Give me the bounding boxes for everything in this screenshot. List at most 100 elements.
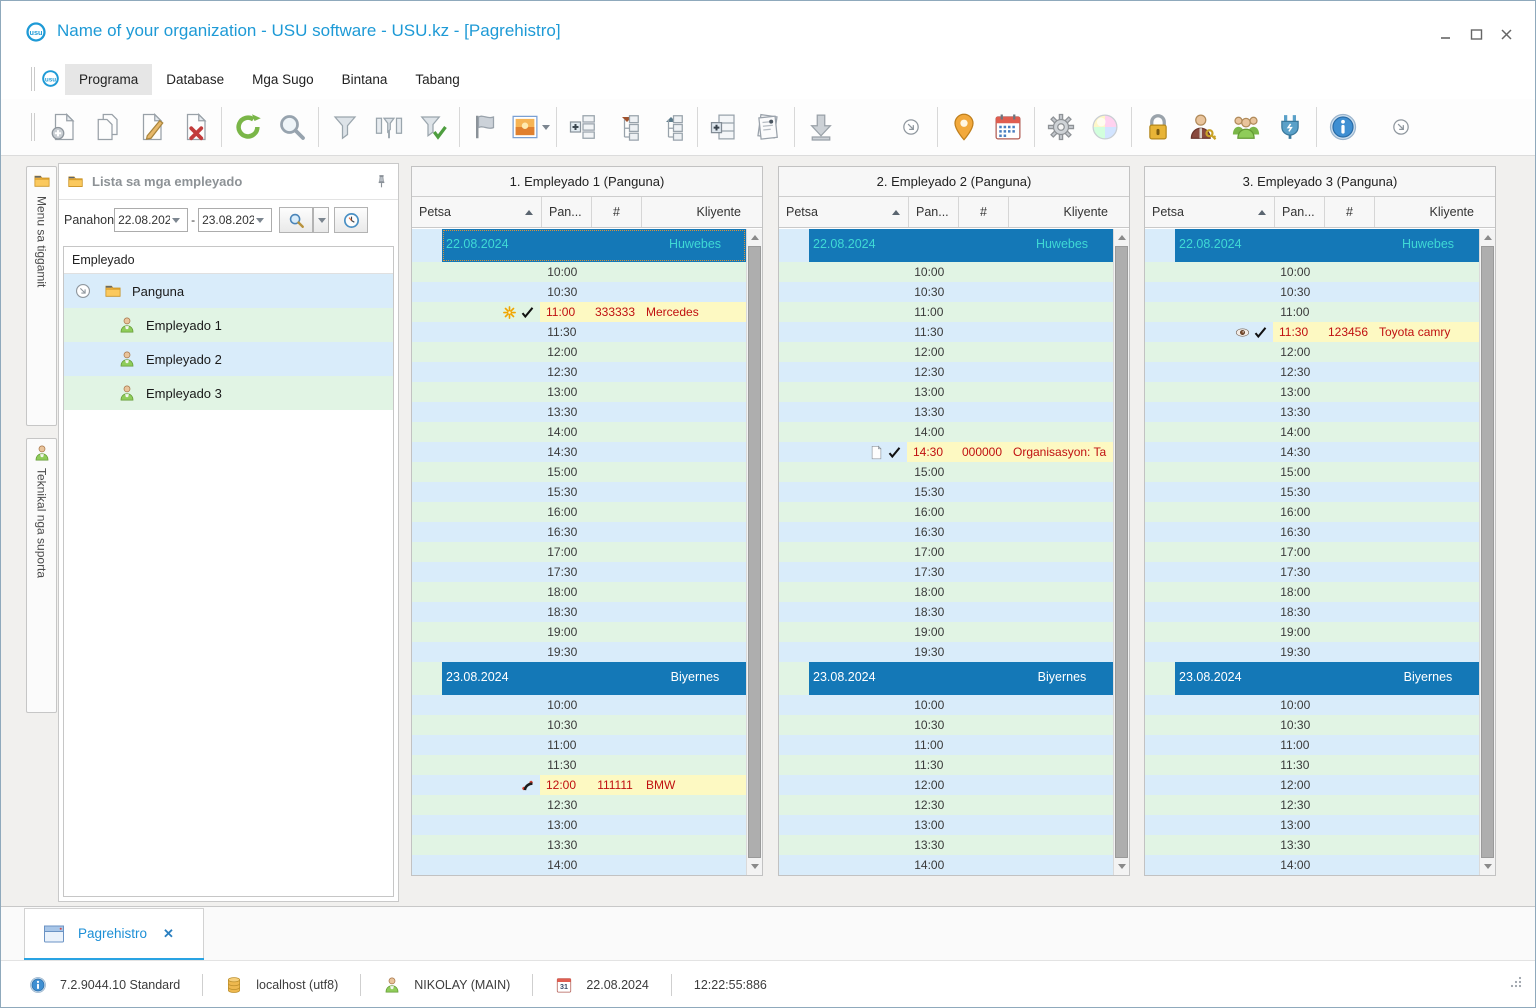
- vertical-scrollbar[interactable]: [746, 229, 762, 875]
- header-kliyente[interactable]: Kliyente: [1375, 197, 1481, 227]
- side-tab-user-menu[interactable]: Menu sa tiggamit: [26, 166, 57, 426]
- toolbar-drag-handle[interactable]: [31, 113, 35, 141]
- time-slot-row[interactable]: 11:00: [1145, 735, 1479, 755]
- filter-columns-button[interactable]: [367, 105, 411, 149]
- time-slot-row[interactable]: 18:30: [779, 602, 1113, 622]
- add-row-button[interactable]: [702, 105, 746, 149]
- menu-bintana[interactable]: Bintana: [328, 64, 402, 95]
- add-record-button[interactable]: [41, 105, 85, 149]
- time-slot-row[interactable]: 13:30: [779, 402, 1113, 422]
- time-slot-row[interactable]: 11:00: [779, 735, 1113, 755]
- time-slot-row[interactable]: 10:30: [779, 715, 1113, 735]
- chevron-down-icon[interactable]: [256, 218, 264, 223]
- window-close-button[interactable]: [1495, 25, 1517, 43]
- tree-collapse-button[interactable]: [649, 105, 693, 149]
- scrollbar-thumb[interactable]: [1481, 246, 1494, 858]
- time-slot-row[interactable]: 11:00: [412, 735, 746, 755]
- flag-button[interactable]: [464, 105, 508, 149]
- time-slot-row[interactable]: 17:00: [412, 542, 746, 562]
- time-slot-row[interactable]: 16:30: [779, 522, 1113, 542]
- pin-icon[interactable]: [373, 173, 390, 190]
- header-pan[interactable]: Pan...: [542, 197, 592, 227]
- time-slot-row[interactable]: 15:00: [1145, 462, 1479, 482]
- time-slot-row[interactable]: 13:00: [1145, 815, 1479, 835]
- menu-database[interactable]: Database: [152, 64, 238, 95]
- time-slot-row[interactable]: 12:30: [1145, 795, 1479, 815]
- menu-drag-handle[interactable]: [31, 67, 35, 91]
- time-slot-row[interactable]: 19:30: [412, 642, 746, 662]
- edit-record-button[interactable]: [129, 105, 173, 149]
- appointment-row[interactable]: 14:30000000Organisasyon: Ta: [779, 442, 1113, 462]
- user-access-button[interactable]: [1180, 105, 1224, 149]
- filter-apply-button[interactable]: [411, 105, 455, 149]
- time-slot-row[interactable]: 17:30: [1145, 562, 1479, 582]
- menu-mga-sugo[interactable]: Mga Sugo: [238, 64, 328, 95]
- time-slot-row[interactable]: 15:00: [779, 462, 1113, 482]
- copy-record-button[interactable]: [85, 105, 129, 149]
- tree-expand-button[interactable]: [605, 105, 649, 149]
- header-petsa[interactable]: Petsa: [779, 197, 909, 227]
- time-slot-row[interactable]: 12:00: [779, 775, 1113, 795]
- lock-button[interactable]: [1136, 105, 1180, 149]
- scroll-up-icon[interactable]: [1118, 235, 1126, 240]
- vertical-scrollbar[interactable]: [1113, 229, 1129, 875]
- time-slot-row[interactable]: 10:30: [1145, 282, 1479, 302]
- time-slot-row[interactable]: 14:00: [1145, 855, 1479, 875]
- calendar-button[interactable]: [986, 105, 1030, 149]
- chevron-down-icon[interactable]: [542, 125, 550, 130]
- appointment-row[interactable]: 11:30123456Toyota camry: [1145, 322, 1479, 342]
- time-slot-row[interactable]: 12:30: [779, 362, 1113, 382]
- time-slot-row[interactable]: 14:00: [779, 422, 1113, 442]
- time-slot-row[interactable]: 15:30: [412, 482, 746, 502]
- scroll-down-icon[interactable]: [1118, 864, 1126, 869]
- time-slot-row[interactable]: 13:00: [412, 382, 746, 402]
- date-to-field[interactable]: 23.08.2024: [198, 208, 272, 232]
- time-slot-row[interactable]: 14:00: [779, 855, 1113, 875]
- time-slot-row[interactable]: 16:00: [1145, 502, 1479, 522]
- header-petsa[interactable]: Petsa: [1145, 197, 1275, 227]
- time-slot-row[interactable]: 13:30: [779, 835, 1113, 855]
- time-slot-row[interactable]: 11:30: [1145, 755, 1479, 775]
- time-slot-row[interactable]: 15:30: [779, 482, 1113, 502]
- vertical-scrollbar[interactable]: [1479, 229, 1495, 875]
- search-period-button[interactable]: [279, 207, 313, 233]
- time-slot-row[interactable]: 11:30: [779, 755, 1113, 775]
- time-slot-row[interactable]: 10:30: [412, 282, 746, 302]
- time-slot-row[interactable]: 15:00: [412, 462, 746, 482]
- appearance-button[interactable]: [1083, 105, 1127, 149]
- date-from-field[interactable]: 22.08.2024: [114, 208, 188, 232]
- time-slot-row[interactable]: 18:00: [1145, 582, 1479, 602]
- time-slot-row[interactable]: 12:00: [412, 342, 746, 362]
- time-slot-row[interactable]: 19:30: [779, 642, 1113, 662]
- time-slot-row[interactable]: 14:00: [1145, 422, 1479, 442]
- time-slot-row[interactable]: 11:30: [412, 322, 746, 342]
- time-slot-row[interactable]: 19:00: [412, 622, 746, 642]
- appointment-row[interactable]: 11:00333333Mercedes: [412, 302, 746, 322]
- time-slot-row[interactable]: 18:00: [412, 582, 746, 602]
- time-slot-row[interactable]: 16:00: [779, 502, 1113, 522]
- time-slot-row[interactable]: 15:30: [1145, 482, 1479, 502]
- day-band[interactable]: 22.08.2024Huwebes: [412, 229, 746, 262]
- export-button[interactable]: [799, 105, 843, 149]
- time-slot-row[interactable]: 17:30: [779, 562, 1113, 582]
- menu-tabang[interactable]: Tabang: [401, 64, 473, 95]
- period-clock-button[interactable]: [334, 207, 368, 233]
- info-button[interactable]: [1321, 105, 1365, 149]
- time-slot-row[interactable]: 14:00: [412, 422, 746, 442]
- time-slot-row[interactable]: 14:30: [412, 442, 746, 462]
- time-slot-row[interactable]: 18:30: [1145, 602, 1479, 622]
- time-slot-row[interactable]: 13:00: [779, 382, 1113, 402]
- time-slot-row[interactable]: 10:00: [1145, 695, 1479, 715]
- time-slot-row[interactable]: 16:30: [412, 522, 746, 542]
- header-number[interactable]: #: [1325, 197, 1375, 227]
- time-slot-row[interactable]: 16:30: [1145, 522, 1479, 542]
- time-slot-row[interactable]: 10:30: [1145, 715, 1479, 735]
- time-slot-row[interactable]: 11:30: [779, 322, 1113, 342]
- time-slot-row[interactable]: 11:00: [779, 302, 1113, 322]
- header-petsa[interactable]: Petsa: [412, 197, 542, 227]
- time-slot-row[interactable]: 14:00: [412, 855, 746, 875]
- scrollbar-thumb[interactable]: [1115, 246, 1128, 858]
- reports-button[interactable]: [746, 105, 790, 149]
- time-slot-row[interactable]: 11:30: [412, 755, 746, 775]
- time-slot-row[interactable]: 13:00: [1145, 382, 1479, 402]
